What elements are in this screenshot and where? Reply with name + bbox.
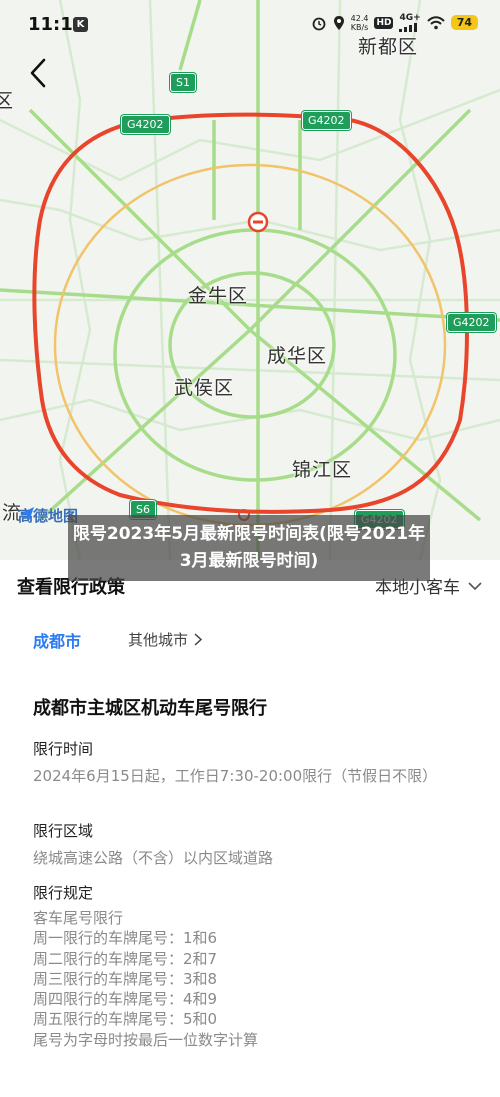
signal-icon: 4G+: [399, 13, 421, 32]
back-button[interactable]: [24, 56, 54, 90]
status-bar: 11:11 K 42.4 KB/s HD 4G+ 74: [0, 0, 500, 50]
tab-chengdu[interactable]: 成都市: [33, 628, 81, 652]
district-label-chenghua: 成华区: [267, 345, 328, 367]
city-tabs: 成都市 其他城市: [0, 625, 500, 655]
area-label: 限行区域: [33, 822, 94, 840]
net-speed: 42.4 KB/s: [350, 13, 369, 32]
road-shield-g4202: G4202: [121, 115, 170, 134]
battery-icon: 74: [450, 15, 478, 30]
overlay-title: 限号2023年5月最新限号时间表(限号2021年3月最新限号时间): [68, 515, 430, 581]
chevron-right-icon: [194, 633, 203, 646]
app-badge-icon: K: [73, 17, 88, 32]
map-view[interactable]: 新都区 区 金牛区 成华区 武侯区 锦江区 流 S1 G4202 G4202 G…: [0, 0, 500, 560]
rule-line: 周一限行的车牌尾号：1和6: [33, 929, 218, 948]
tab-other-cities-label: 其他城市: [128, 631, 189, 649]
chevron-left-icon: [30, 58, 46, 88]
rules-list: 客车尾号限行 周一限行的车牌尾号：1和6 周二限行的车牌尾号：2和7 周三限行的…: [33, 908, 258, 1050]
rule-line: 周五限行的车牌尾号：5和0: [33, 1010, 218, 1029]
rule-line: 客车尾号限行: [33, 909, 124, 927]
rule-line: 周四限行的车牌尾号：4和9: [33, 990, 218, 1009]
district-label-jinniu: 金牛区: [188, 285, 249, 307]
rules-label: 限行规定: [33, 884, 94, 902]
road-shield-g4202: G4202: [447, 313, 496, 332]
district-label-wuhou: 武侯区: [174, 377, 235, 399]
district-label-jinjiang: 锦江区: [292, 459, 353, 481]
rule-line: 尾号为字母时按最后一位数字计算: [33, 1030, 259, 1049]
district-label-partial-left: 区: [0, 90, 15, 112]
time-value: 2024年6月15日起，工作日7:30-20:00限行（节假日不限）: [33, 767, 438, 785]
rule-line: 周二限行的车牌尾号：2和7: [33, 949, 218, 968]
hd-icon: HD: [374, 16, 394, 29]
amap-logo-icon: [20, 507, 34, 521]
map-roads: [0, 0, 500, 560]
location-icon: [333, 15, 344, 30]
wifi-icon: [426, 15, 445, 29]
time-label: 限行时间: [33, 740, 94, 758]
area-value: 绕城高速公路（不含）以内区域道路: [33, 849, 274, 867]
road-shield-g4202: G4202: [302, 111, 351, 130]
tab-other-cities[interactable]: 其他城市: [128, 629, 203, 650]
road-shield-s1: S1: [170, 73, 196, 92]
rule-title: 成都市主城区机动车尾号限行: [33, 698, 267, 719]
rule-line: 周三限行的车牌尾号：3和8: [33, 969, 218, 988]
alarm-icon: [312, 17, 326, 30]
chevron-down-icon: [468, 581, 482, 590]
